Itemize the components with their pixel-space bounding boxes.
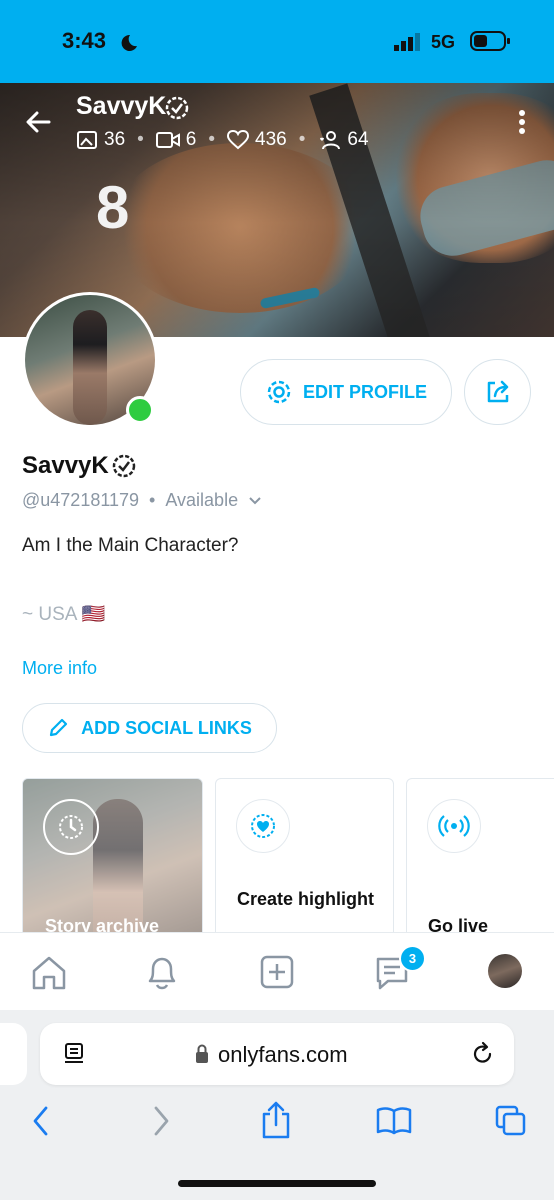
verified-icon <box>112 454 136 478</box>
videos-count: 6 <box>185 129 197 150</box>
edit-profile-button[interactable]: EDIT PROFILE <box>240 359 452 425</box>
story-archive-icon <box>43 799 99 855</box>
home-indicator <box>178 1180 376 1187</box>
verified-icon <box>165 96 189 120</box>
header-name: SavvyK <box>76 92 167 120</box>
header-stats: 36 • 6 • 436 • 64 <box>76 128 369 152</box>
broadcast-icon <box>427 799 481 853</box>
bookmarks-icon[interactable] <box>375 1106 413 1136</box>
bottom-nav <box>0 932 554 1011</box>
share-sheet-icon[interactable] <box>259 1100 293 1140</box>
photo-icon <box>77 131 97 149</box>
more-options-icon[interactable] <box>514 108 530 138</box>
availability-status[interactable]: Available <box>165 490 238 511</box>
forward-nav-icon[interactable] <box>148 1104 174 1138</box>
moon-icon <box>121 34 137 51</box>
tabs-icon[interactable] <box>494 1104 528 1138</box>
url-text[interactable]: onlyfans.com <box>218 1042 348 1068</box>
add-post-icon[interactable] <box>257 952 297 992</box>
messages-badge: 3 <box>399 945 426 972</box>
create-highlight-label: Create highlight <box>237 889 375 909</box>
previous-tab-preview[interactable] <box>0 1023 27 1085</box>
share-icon <box>487 380 508 403</box>
edit-profile-label: EDIT PROFILE <box>302 381 427 402</box>
add-social-links-button[interactable]: ADD SOCIAL LINKS <box>22 703 277 753</box>
highlight-heart-icon <box>236 799 290 853</box>
chevron-down-icon[interactable] <box>248 496 262 506</box>
gear-icon <box>267 380 291 404</box>
pencil-icon <box>50 718 68 737</box>
likes-count: 436 <box>255 129 287 150</box>
share-button[interactable] <box>464 359 531 425</box>
more-info-link[interactable]: More info <box>22 658 97 679</box>
back-nav-icon[interactable] <box>28 1104 54 1138</box>
fans-icon <box>320 131 341 150</box>
back-arrow-icon[interactable] <box>24 108 52 136</box>
reload-icon[interactable] <box>470 1041 496 1067</box>
reader-icon[interactable] <box>62 1041 88 1067</box>
add-social-links-label: ADD SOCIAL LINKS <box>81 717 252 738</box>
cover-decor-text: 8 <box>96 174 130 241</box>
fans-count: 64 <box>347 129 369 150</box>
profile-name: SavvyK <box>22 452 109 479</box>
go-live-card[interactable]: Go live <box>406 778 554 948</box>
signal-icon <box>394 33 420 51</box>
profile-avatar-nav[interactable] <box>488 954 522 988</box>
bell-icon[interactable] <box>142 952 182 992</box>
status-bar: 3:43 5G <box>0 0 554 83</box>
lock-icon <box>196 1044 208 1063</box>
profile-handle: @u472181179 <box>22 490 140 510</box>
status-time: 3:43 <box>62 28 107 53</box>
profile-location: ~ USA 🇺🇸 <box>22 604 106 625</box>
heart-icon <box>227 130 250 150</box>
online-indicator <box>126 396 154 424</box>
create-highlight-card[interactable]: Create highlight <box>215 778 394 948</box>
video-icon <box>155 132 180 148</box>
network-label: 5G <box>431 32 456 52</box>
profile-bio: Am I the Main Character? <box>22 535 239 556</box>
story-archive-card[interactable]: Story archive <box>22 778 203 948</box>
battery-icon <box>470 31 510 51</box>
home-icon[interactable] <box>29 953 69 993</box>
profile-handle-row: @u472181179 • Available <box>22 490 262 511</box>
photos-count: 36 <box>104 129 126 150</box>
